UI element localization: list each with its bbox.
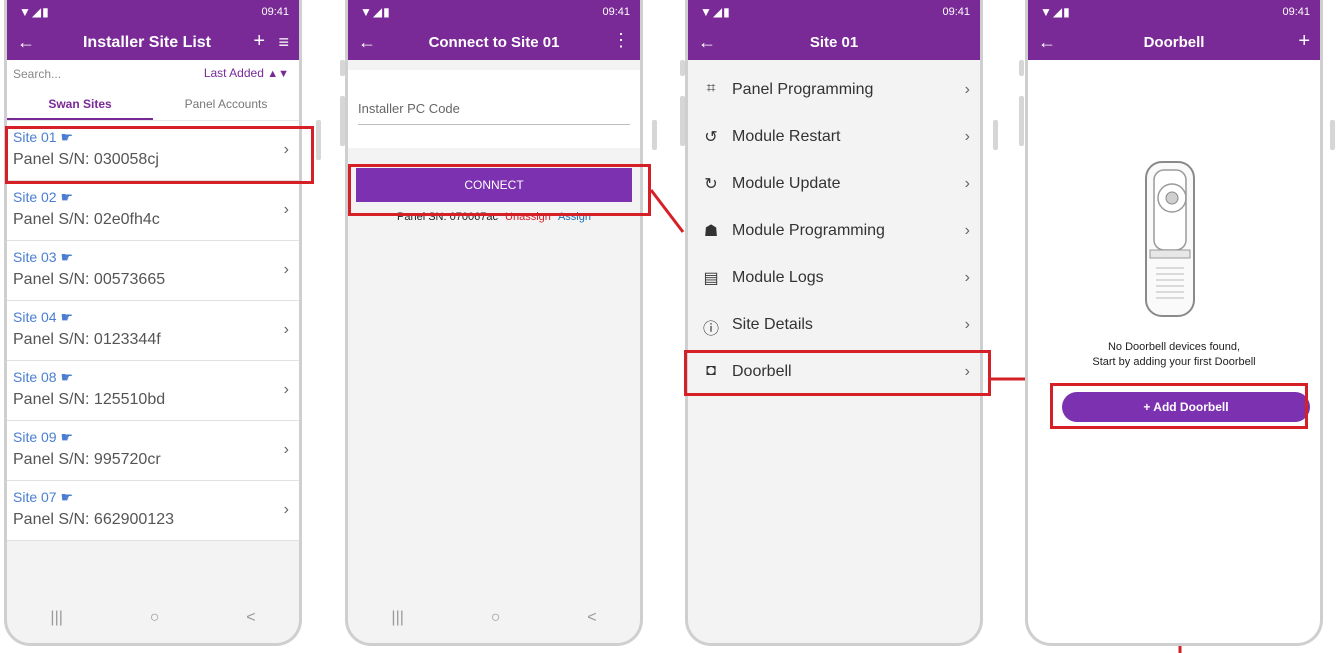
empty-line-1: No Doorbell devices found, [1107, 341, 1241, 353]
phone-site-menu: ▼◢▮ 09:41 ← Site 01 ⌗ Panel Programming … [685, 0, 983, 646]
page-title: Doorbell [1143, 34, 1205, 51]
menu-item-label: Module Update [732, 175, 841, 192]
chevron-right-icon: › [964, 175, 970, 192]
status-bar: ▼◢▮ 09:41 [1028, 0, 1320, 26]
document-icon: ▤ [703, 270, 719, 287]
chip-icon: ⌗ [706, 80, 716, 97]
signal-icon: ▼◢▮ [1040, 5, 1071, 19]
menu-item-panel-programming[interactable]: ⌗ Panel Programming › [688, 67, 980, 114]
menu-item-label: Module Programming [732, 222, 885, 239]
chevron-right-icon: › [964, 269, 970, 286]
update-icon: ↻ [704, 176, 718, 193]
menu-item-label: Module Logs [732, 269, 824, 286]
highlight-doorbell-item [684, 350, 991, 396]
menu-item-label: Site Details [732, 316, 813, 333]
menu-item-module-programming[interactable]: ☗ Module Programming › [688, 208, 980, 255]
status-time: 09:41 [942, 6, 970, 18]
site-menu: ⌗ Panel Programming › ↺ Module Restart ›… [688, 67, 980, 396]
restart-icon: ↺ [704, 129, 718, 146]
empty-state-text: No Doorbell devices found, Start by addi… [1028, 340, 1320, 370]
signal-icon: ▼◢▮ [700, 5, 731, 19]
highlight-add-doorbell [1050, 383, 1308, 429]
status-bar: ▼◢▮ 09:41 [688, 0, 980, 26]
menu-item-site-details[interactable]: ⓘ Site Details › [688, 302, 980, 349]
chevron-right-icon: › [964, 81, 970, 98]
doorbell-illustration [1140, 158, 1200, 320]
phone-doorbell: ▼◢▮ 09:41 ← Doorbell + No Doorbell devic… [1025, 0, 1323, 646]
menu-item-module-restart[interactable]: ↺ Module Restart › [688, 114, 980, 161]
menu-item-label: Module Restart [732, 128, 841, 145]
status-time: 09:41 [1282, 6, 1310, 18]
network-icon: ☗ [703, 223, 719, 240]
add-icon[interactable]: + [1298, 30, 1310, 53]
info-icon: ⓘ [702, 321, 719, 338]
menu-item-label: Panel Programming [732, 81, 874, 98]
chevron-right-icon: › [964, 128, 970, 145]
chevron-right-icon: › [964, 222, 970, 239]
app-bar: ← Site 01 [688, 26, 980, 60]
menu-item-module-update[interactable]: ↻ Module Update › [688, 161, 980, 208]
page-title: Site 01 [809, 34, 859, 51]
empty-line-2: Start by adding your first Doorbell [1092, 356, 1256, 368]
menu-item-module-logs[interactable]: ▤ Module Logs › [688, 255, 980, 302]
app-bar: ← Doorbell + [1028, 26, 1320, 60]
chevron-right-icon: › [964, 316, 970, 333]
